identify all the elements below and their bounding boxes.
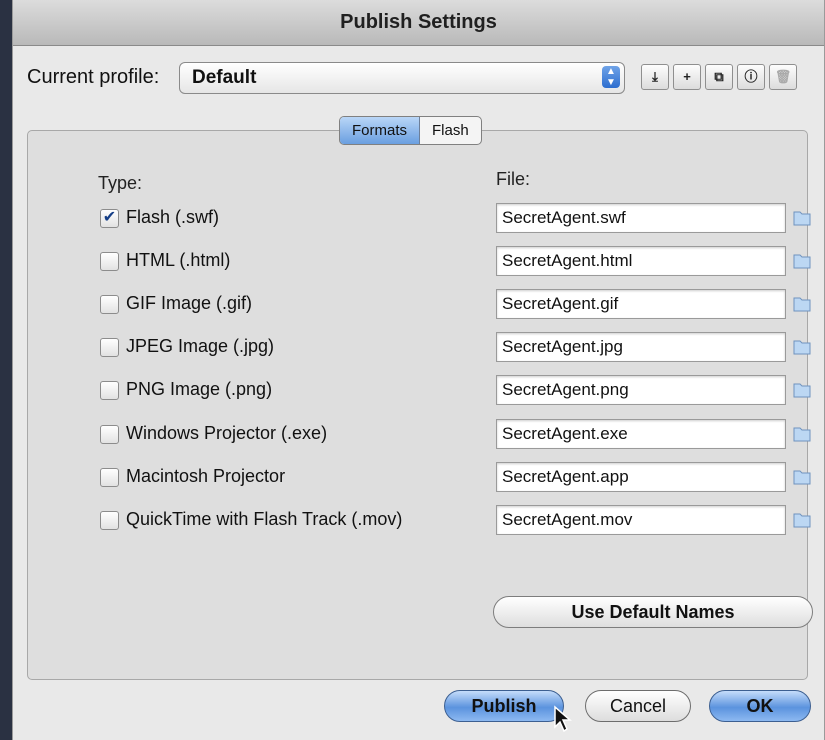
- folder-icon[interactable]: [792, 293, 812, 313]
- folder-icon[interactable]: [792, 466, 812, 486]
- file-input-png[interactable]: SecretAgent.png: [496, 375, 786, 405]
- folder-icon[interactable]: [792, 379, 812, 399]
- type-label: Macintosh Projector: [126, 466, 286, 486]
- add-icon[interactable]: +: [673, 64, 701, 90]
- cancel-button[interactable]: Cancel: [585, 690, 691, 722]
- file-input-gif[interactable]: SecretAgent.gif: [496, 289, 786, 319]
- file-text: SecretAgent.swf: [502, 208, 626, 227]
- file-text: SecretAgent.jpg: [502, 337, 623, 356]
- file-input-html[interactable]: SecretAgent.html: [496, 246, 786, 276]
- profile-toolbar: ⤓ + ⧉ ⓘ 🗑: [641, 64, 797, 90]
- checkbox-windows-projector[interactable]: [100, 425, 119, 444]
- import-export-icon[interactable]: ⤓: [641, 64, 669, 90]
- file-input-windows-projector[interactable]: SecretAgent.exe: [496, 419, 786, 449]
- folder-icon[interactable]: [792, 423, 812, 443]
- checkbox-gif[interactable]: [100, 295, 119, 314]
- file-input-mac-projector[interactable]: SecretAgent.app: [496, 462, 786, 492]
- format-row-jpeg: JPEG Image (.jpg) SecretAgent.jpg: [28, 332, 811, 364]
- tab-bar: Formats Flash: [339, 116, 482, 145]
- checkbox-html[interactable]: [100, 252, 119, 271]
- use-default-names-button[interactable]: Use Default Names: [493, 596, 813, 628]
- file-input-jpeg[interactable]: SecretAgent.jpg: [496, 332, 786, 362]
- duplicate-icon[interactable]: ⧉: [705, 64, 733, 90]
- folder-icon[interactable]: [792, 509, 812, 529]
- publish-button[interactable]: Publish: [444, 690, 564, 722]
- file-text: SecretAgent.exe: [502, 424, 628, 443]
- file-text: SecretAgent.png: [502, 380, 629, 399]
- checkbox-flash[interactable]: ✔: [100, 209, 119, 228]
- dialog-title: Publish Settings: [13, 0, 824, 46]
- formats-panel: Type: File: ✔ Flash (.swf) SecretAgent.s…: [27, 130, 813, 680]
- type-label: GIF Image (.gif): [126, 293, 253, 313]
- file-input-quicktime[interactable]: SecretAgent.mov: [496, 505, 786, 535]
- file-text: SecretAgent.app: [502, 467, 629, 486]
- type-header: Type:: [98, 173, 143, 193]
- format-row-windows-projector: Windows Projector (.exe) SecretAgent.exe: [28, 419, 811, 451]
- profile-select[interactable]: Default ▲ ▼: [179, 62, 625, 94]
- type-label: PNG Image (.png): [126, 379, 273, 399]
- format-row-png: PNG Image (.png) SecretAgent.png: [28, 375, 811, 407]
- ok-button[interactable]: OK: [709, 690, 811, 722]
- file-text: SecretAgent.mov: [502, 510, 633, 529]
- profile-row: Current profile: Default ▲ ▼ ⤓ + ⧉ ⓘ 🗑: [13, 60, 824, 96]
- chevron-up-down-icon: ▲ ▼: [602, 66, 620, 88]
- info-icon[interactable]: ⓘ: [737, 64, 765, 90]
- folder-icon[interactable]: [792, 207, 812, 227]
- trash-icon[interactable]: 🗑: [769, 64, 797, 90]
- folder-icon[interactable]: [792, 336, 812, 356]
- format-row-mac-projector: Macintosh Projector SecretAgent.app: [28, 462, 811, 494]
- tab-formats[interactable]: Formats: [340, 117, 421, 144]
- mouse-pointer-icon: [554, 705, 573, 733]
- format-row-flash: ✔ Flash (.swf) SecretAgent.swf: [28, 203, 811, 235]
- type-label: QuickTime with Flash Track (.mov): [126, 509, 403, 529]
- tab-flash[interactable]: Flash: [420, 117, 481, 144]
- publish-settings-dialog: Publish Settings Current profile: Defaul…: [12, 0, 825, 740]
- file-input-flash[interactable]: SecretAgent.swf: [496, 203, 786, 233]
- file-header: File:: [496, 169, 531, 189]
- type-label: HTML (.html): [126, 250, 231, 270]
- checkbox-mac-projector[interactable]: [100, 468, 119, 487]
- file-text: SecretAgent.html: [502, 251, 633, 270]
- type-label: JPEG Image (.jpg): [126, 336, 275, 356]
- format-row-quicktime: QuickTime with Flash Track (.mov) Secret…: [28, 505, 811, 537]
- folder-icon[interactable]: [792, 250, 812, 270]
- format-row-html: HTML (.html) SecretAgent.html: [28, 246, 811, 278]
- type-label: Flash (.swf): [126, 207, 220, 227]
- checkbox-jpeg[interactable]: [100, 338, 119, 357]
- format-row-gif: GIF Image (.gif) SecretAgent.gif: [28, 289, 811, 321]
- type-label: Windows Projector (.exe): [126, 423, 328, 443]
- checkbox-quicktime[interactable]: [100, 511, 119, 530]
- file-text: SecretAgent.gif: [502, 294, 619, 313]
- profile-value: Default: [192, 67, 257, 88]
- checkbox-png[interactable]: [100, 381, 119, 400]
- current-profile-label: Current profile:: [27, 66, 160, 88]
